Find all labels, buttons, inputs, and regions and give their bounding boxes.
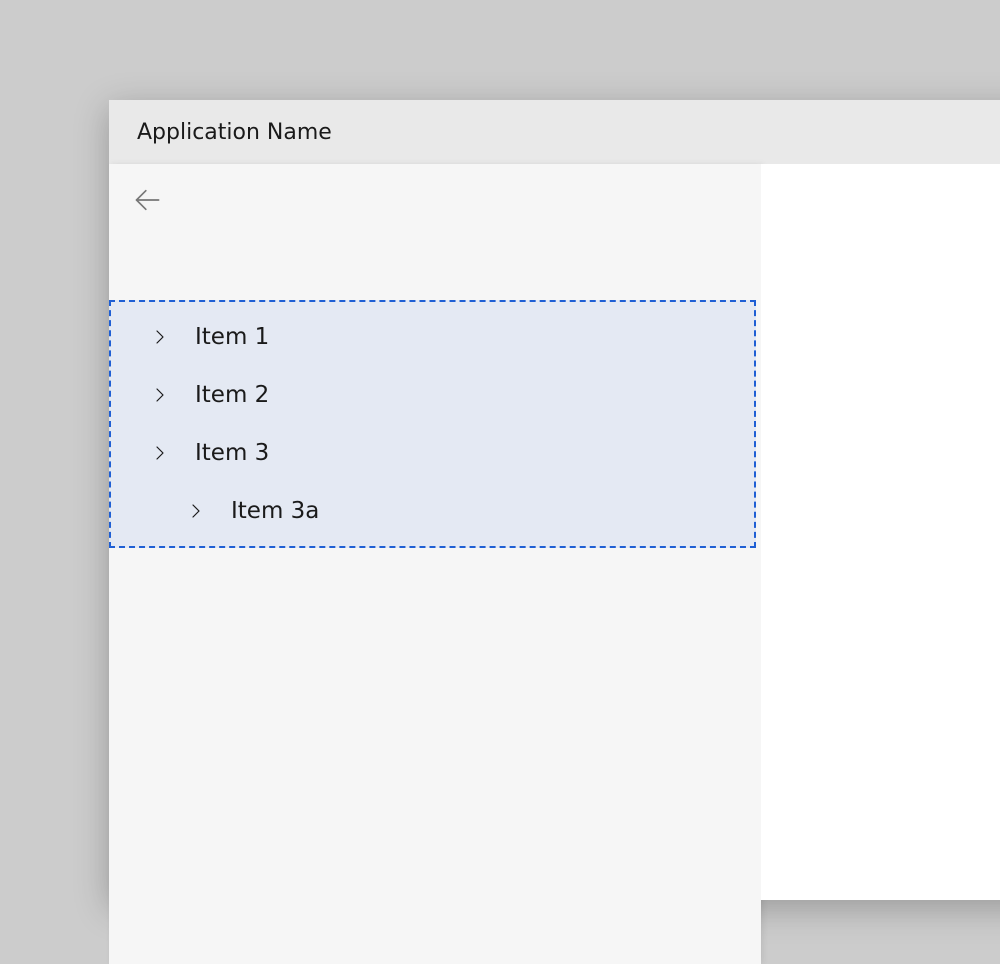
back-arrow-icon: [133, 186, 161, 214]
titlebar: Application Name: [109, 100, 1000, 164]
content-area: [761, 164, 1000, 900]
app-title: Application Name: [137, 120, 332, 145]
chevron-right-icon: [187, 502, 205, 520]
tree-item-label: Item 2: [195, 382, 269, 408]
chevron-right-icon: [151, 328, 169, 346]
tree-item[interactable]: Item 3: [111, 424, 754, 482]
chevron-right-icon: [151, 386, 169, 404]
tree-item[interactable]: Item 3a: [111, 482, 754, 540]
nav-tree: Item 1 Item 2 Item 3: [111, 302, 754, 546]
tree-selection-box: Item 1 Item 2 Item 3: [109, 300, 756, 548]
app-window: Application Name Item 1: [109, 100, 1000, 900]
tree-item-label: Item 3: [195, 440, 269, 466]
tree-item-label: Item 3a: [231, 498, 319, 524]
nav-panel: Item 1 Item 2 Item 3: [109, 164, 761, 964]
chevron-right-icon: [151, 444, 169, 462]
tree-item[interactable]: Item 1: [111, 308, 754, 366]
tree-item-label: Item 1: [195, 324, 269, 350]
tree-item[interactable]: Item 2: [111, 366, 754, 424]
back-button[interactable]: [109, 164, 761, 236]
